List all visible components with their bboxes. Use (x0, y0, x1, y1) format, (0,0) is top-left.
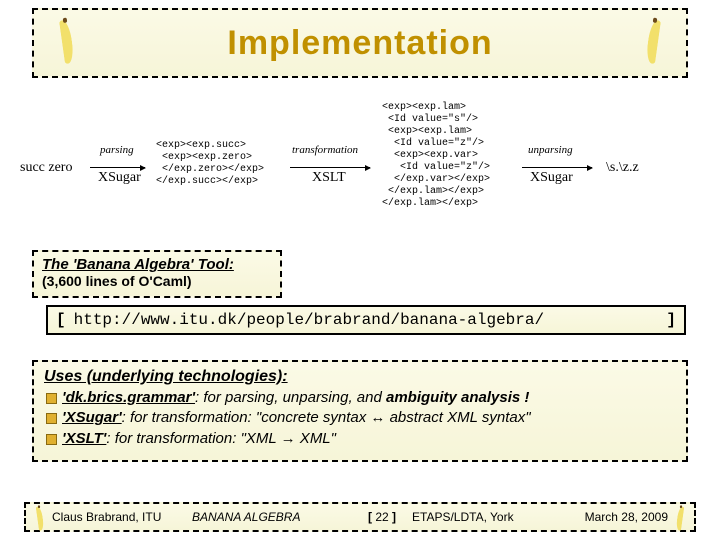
tech-after: XML" (296, 430, 336, 447)
pipeline-diagram: succ zero parsing XSugar <exp><exp.succ>… (50, 102, 670, 247)
list-item: 'dk.brics.grammar': for parsing, unparsi… (44, 388, 676, 408)
tool-xsugar-1: XSugar (98, 170, 141, 186)
footer-date: March 28, 2009 (552, 510, 668, 524)
uses-box: Uses (underlying technologies): 'dk.bric… (32, 360, 688, 462)
tool-xsugar-2: XSugar (530, 170, 573, 186)
footer: Claus Brabrand, ITU BANANA ALGEBRA [ 22 … (24, 502, 696, 532)
uses-heading: Uses (underlying technologies): (44, 368, 676, 386)
label-parsing: parsing (100, 144, 134, 156)
tech-desc: : for transformation: "XML (106, 430, 280, 447)
diagram-result: \s.\z.z (606, 160, 639, 176)
tech-desc: : for transformation: "concrete syntax (122, 409, 371, 426)
uses-list: 'dk.brics.grammar': for parsing, unparsi… (44, 388, 676, 449)
bracket-open: [ (56, 311, 66, 329)
tech-after: abstract XML syntax" (385, 409, 530, 426)
banana-footer-right-icon (677, 506, 685, 532)
list-item: 'XSugar': for transformation: "concrete … (44, 408, 676, 428)
tool-heading: The 'Banana Algebra' Tool: (42, 256, 272, 273)
xml-block-1: <exp><exp.succ> <exp><exp.zero> </exp.ze… (156, 140, 264, 188)
arrow-unparsing (522, 167, 592, 168)
tool-heading-box: The 'Banana Algebra' Tool: (3,600 lines … (32, 250, 282, 298)
arrow-parsing (90, 167, 145, 168)
tool-url[interactable]: http://www.itu.dk/people/brabrand/banana… (74, 311, 544, 329)
tech-name: 'dk.brics.grammar' (62, 389, 195, 406)
banana-left-icon (42, 20, 72, 70)
diagram-source: succ zero (20, 160, 72, 176)
tech-strong: ambiguity analysis ! (386, 389, 529, 406)
page-title: Implementation (227, 24, 492, 63)
xml-block-2: <exp><exp.lam> <Id value="s"/> <exp><exp… (382, 102, 490, 210)
page-bracket-open: [ (368, 510, 372, 524)
bracket-close: ] (666, 311, 676, 329)
footer-venue: ETAPS/LDTA, York (412, 510, 552, 524)
title-box: Implementation (32, 8, 688, 78)
footer-talk: BANANA ALGEBRA (192, 510, 352, 524)
page-number: 22 (375, 510, 388, 524)
arrow-icon: ↔ (370, 409, 385, 426)
label-transformation: transformation (292, 144, 358, 156)
footer-author: Claus Brabrand, ITU (52, 510, 192, 524)
tool-subheading: (3,600 lines of O'Caml) (42, 273, 272, 289)
label-unparsing: unparsing (528, 144, 573, 156)
tech-name: 'XSLT' (62, 430, 106, 447)
tech-desc: : for parsing, unparsing, and (195, 389, 386, 406)
footer-page: [ 22 ] (352, 510, 412, 524)
banana-right-icon (648, 20, 678, 70)
banana-footer-left-icon (35, 506, 43, 532)
tool-xslt: XSLT (312, 170, 346, 186)
list-item: 'XSLT': for transformation: "XML → XML" (44, 429, 676, 449)
arrow-icon: → (281, 430, 296, 447)
arrow-transformation (290, 167, 370, 168)
page-bracket-close: ] (392, 510, 396, 524)
url-box: [ http://www.itu.dk/people/brabrand/bana… (46, 305, 686, 335)
tech-name: 'XSugar' (62, 409, 122, 426)
